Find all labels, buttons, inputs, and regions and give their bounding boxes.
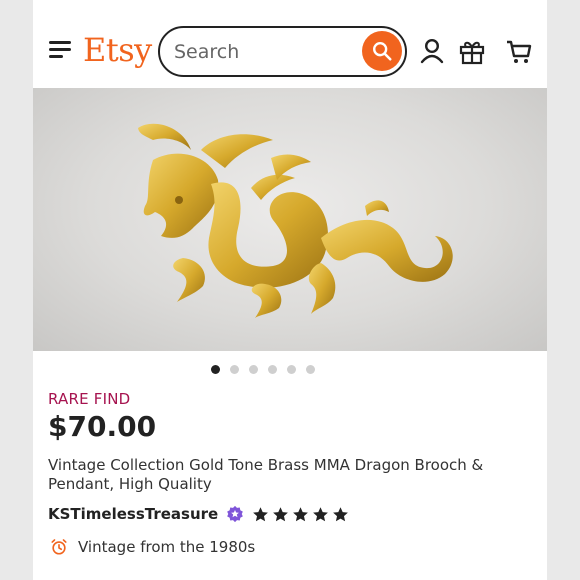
product-image[interactable]: [33, 88, 547, 351]
carousel-dot[interactable]: [286, 365, 296, 374]
search-button[interactable]: [362, 31, 402, 71]
carousel-dot[interactable]: [305, 365, 315, 374]
vintage-era-text: Vintage from the 1980s: [78, 538, 256, 556]
image-carousel-dots: [33, 365, 547, 374]
alarm-clock-icon: [51, 539, 67, 555]
dragon-brooch-illustration: [138, 123, 453, 318]
star-icon: [253, 506, 269, 521]
rare-find-badge: RARE FIND: [48, 390, 131, 408]
cart-icon[interactable]: [505, 37, 533, 65]
carousel-dot[interactable]: [229, 365, 239, 374]
star-icon: [273, 506, 289, 521]
shop-name-link[interactable]: KSTimelessTreasure: [48, 505, 218, 523]
star-seller-icon: [227, 505, 244, 523]
listing-title: Vintage Collection Gold Tone Brass MMA D…: [48, 456, 484, 493]
search-icon: [373, 42, 392, 61]
rating-stars[interactable]: [252, 506, 349, 523]
carousel-dot[interactable]: [267, 365, 277, 374]
carousel-dot[interactable]: [210, 365, 220, 374]
star-icon: [333, 506, 349, 521]
search-bar[interactable]: [158, 26, 407, 77]
account-icon[interactable]: [418, 37, 446, 65]
gift-icon[interactable]: [458, 37, 486, 65]
listing-price: $70.00: [48, 410, 157, 443]
carousel-dot[interactable]: [248, 365, 258, 374]
star-icon: [293, 506, 309, 521]
search-input[interactable]: [174, 38, 354, 66]
menu-icon[interactable]: [49, 41, 71, 59]
star-icon: [313, 506, 329, 521]
etsy-logo[interactable]: Etsy: [83, 28, 152, 72]
etsy-listing-screen: Etsy Search RARE FIND $70.00 Vintage Col…: [33, 0, 547, 580]
shop-info: KSTimelessTreasure: [48, 503, 349, 525]
top-nav: Etsy: [33, 0, 547, 88]
vintage-info: Vintage from the 1980s: [50, 538, 255, 556]
